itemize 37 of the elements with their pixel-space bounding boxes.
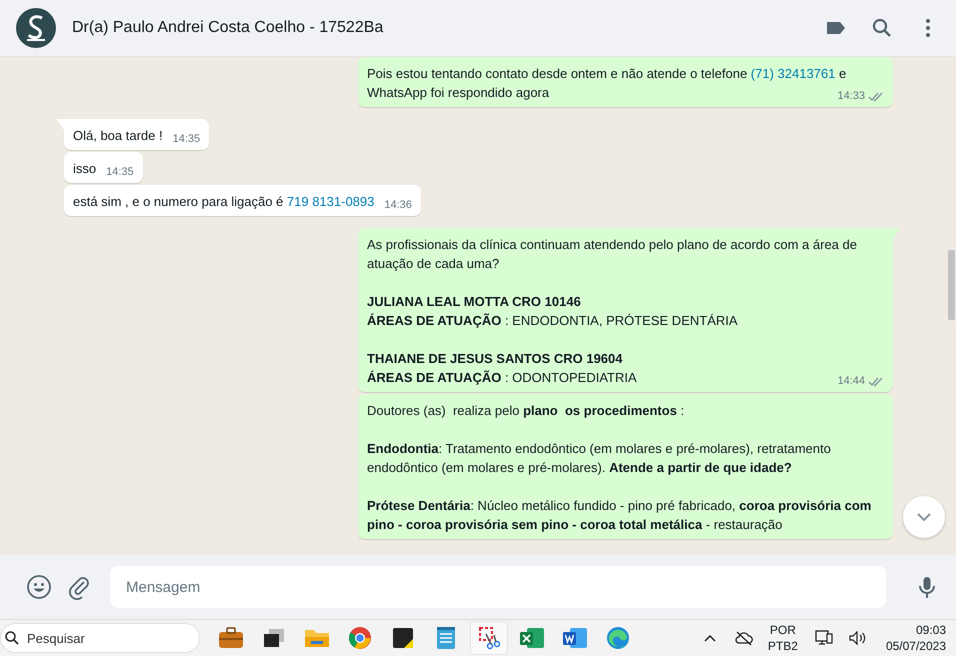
emoji-icon[interactable]: [26, 574, 52, 600]
message-time: 14:33: [837, 89, 865, 104]
message-time: 14:35: [106, 165, 134, 180]
clock-time[interactable]: 09:03: [916, 622, 946, 638]
message-text: Doutores (as) realiza pelo plano os procedimentos :: [367, 402, 686, 420]
double-check-icon: [868, 376, 884, 387]
chat-title: Dr(a) Paulo Andrei Costa Coelho - 17522Ba: [72, 19, 384, 37]
snipping-tool-icon[interactable]: [470, 621, 508, 655]
clock-date[interactable]: 05/07/2023: [886, 638, 946, 654]
message-input[interactable]: Mensagem: [110, 566, 886, 608]
avatar-logo-icon[interactable]: [16, 8, 56, 48]
phone-link[interactable]: (71) 32413761: [750, 66, 836, 81]
taskbar-search-field[interactable]: Pesquisar: [0, 623, 200, 653]
message-text: JULIANA LEAL MOTTA CRO 10146: [367, 293, 582, 311]
search-icon: [4, 630, 20, 646]
message-text: Endodontia: Tratamento endodôntico (em molares e pré-molares), retratamento endodôntico (em molares e pré-molares). Atende a partir de que idade?: [367, 440, 832, 477]
double-check-icon: [868, 91, 884, 102]
message-text: Pois estou tentando contato desde ontem e não atende o telefone (71) 32413761 e WhatsApp foi respondido agora 14:33: [367, 64, 884, 102]
scrollbar-thumb[interactable]: [948, 250, 955, 320]
cloud-off-icon[interactable]: [734, 629, 754, 647]
message-text: isso 14:35: [73, 160, 134, 178]
message-text: Prótese Dentária: Núcleo metálico fundido - pino pré fabricado, coroa provisória com pino - coroa provisória sem pino - coroa total metálica - restauração: [367, 497, 872, 534]
message-text: ÁREAS DE ATUAÇÃO : ENDODONTIA, PRÓTESE DENTÁRIA: [367, 312, 739, 330]
paperclip-icon[interactable]: [66, 574, 92, 600]
keyboard-layout-label[interactable]: PTB2: [768, 638, 798, 654]
message-text: As profissionais da clínica continuam atendendo pelo plano de acordo com a área de atuação de cada uma?: [367, 236, 858, 273]
message-text: ÁREAS DE ATUAÇÃO : ODONTOPEDIATRIA 14:44: [367, 368, 884, 387]
message-text: está sim , e o numero para ligação é 719 8131-0893 14:36: [73, 193, 412, 211]
phone-link[interactable]: 719 8131-0893: [286, 194, 374, 209]
message-text: THAIANE DE JESUS SANTOS CRO 19604: [367, 350, 624, 368]
message-text: Olá, boa tarde ! 14:35: [73, 127, 200, 145]
message-time: 14:36: [384, 198, 412, 213]
network-icon[interactable]: [814, 629, 834, 647]
language-label[interactable]: POR: [770, 622, 796, 638]
speaker-icon[interactable]: [848, 629, 868, 647]
message-time: 14:35: [172, 132, 200, 147]
message-time: 14:44: [837, 374, 865, 389]
